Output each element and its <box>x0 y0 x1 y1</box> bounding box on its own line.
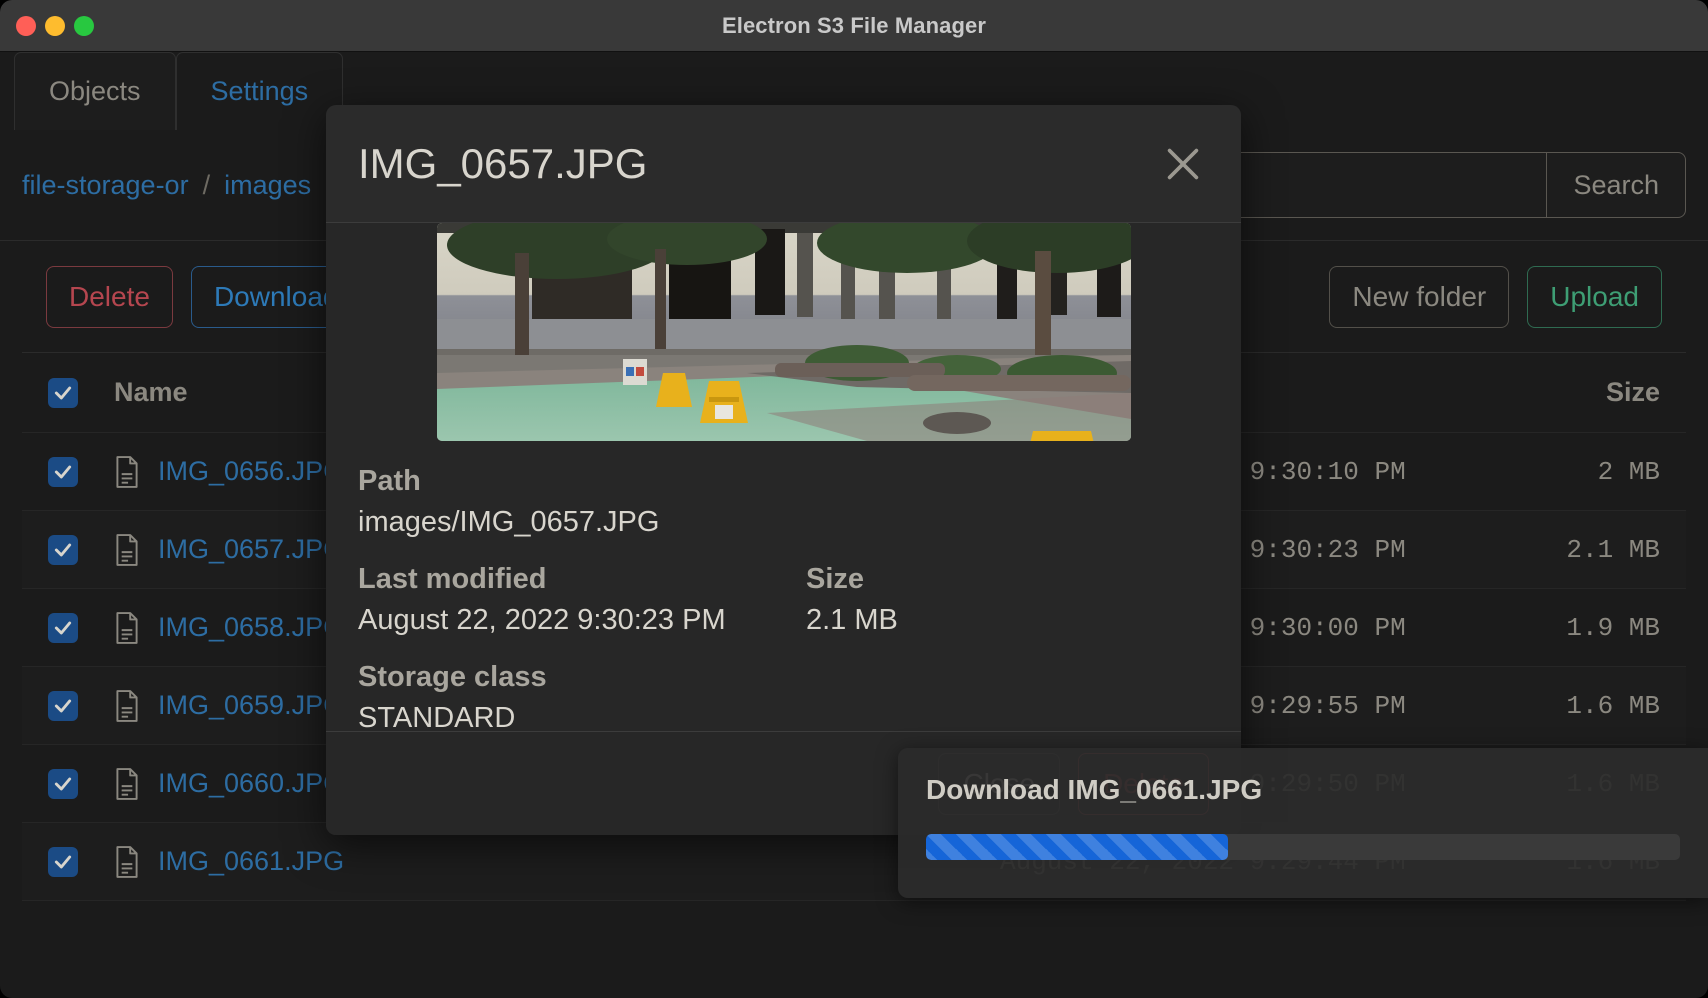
row-checkbox[interactable] <box>48 846 78 877</box>
modal-body: Path images/IMG_0657.JPG Last modified A… <box>326 223 1241 731</box>
new-folder-button-label: New folder <box>1352 281 1487 312</box>
row-size-cell: 2 MB <box>1597 456 1660 487</box>
tab-settings[interactable]: Settings <box>175 52 344 130</box>
download-button-label: Download <box>213 280 339 312</box>
breadcrumb-item-images[interactable]: images <box>224 170 311 201</box>
modal-header: IMG_0657.JPG <box>326 105 1241 223</box>
file-name-link[interactable]: IMG_0659.JPG <box>158 690 344 721</box>
file-icon <box>116 611 138 644</box>
last-modified-value: August 22, 2022 9:30:23 PM <box>358 604 726 636</box>
file-icon <box>116 689 138 722</box>
row-checkbox[interactable] <box>48 534 78 565</box>
new-folder-button[interactable]: New folder <box>1329 266 1510 328</box>
file-name-link[interactable]: IMG_0658.JPG <box>158 612 344 643</box>
file-name-link[interactable]: IMG_0656.JPG <box>158 456 344 487</box>
row-size-cell: 1.9 MB <box>1566 612 1660 643</box>
meta-column-modified: Last modified August 22, 2022 9:30:23 PM <box>358 539 806 637</box>
close-window-button[interactable] <box>16 15 36 36</box>
close-icon[interactable] <box>1157 138 1209 190</box>
search-button[interactable]: Search <box>1546 152 1686 218</box>
modal-meta-grid: Last modified August 22, 2022 9:30:23 PM… <box>358 539 1209 637</box>
row-checkbox[interactable] <box>48 690 78 721</box>
header-cell-size[interactable]: Size <box>1420 377 1660 408</box>
zoom-window-button[interactable] <box>74 15 94 36</box>
row-size-cell: 2.1 MB <box>1566 534 1660 565</box>
tab-objects-label: Objects <box>49 76 141 106</box>
image-preview <box>436 223 1131 441</box>
breadcrumb-separator: / <box>202 169 211 200</box>
toolbar-right-group: New folder Upload <box>1329 266 1662 328</box>
header-size-label: Size <box>1605 377 1660 407</box>
upload-button[interactable]: Upload <box>1527 266 1662 328</box>
storage-class-label: Storage class <box>358 661 547 693</box>
meta-column-size: Size 2.1 MB <box>806 539 1209 637</box>
storage-class-value: STANDARD <box>358 702 516 731</box>
row-checkbox[interactable] <box>48 456 78 487</box>
download-toast: Download IMG_0661.JPG <box>898 748 1708 898</box>
last-modified-label: Last modified <box>358 563 547 595</box>
traffic-light-controls <box>16 15 94 36</box>
object-details-modal: IMG_0657.JPG Path images/IMG_0657.JPG La… <box>326 105 1241 835</box>
size-value: 2.1 MB <box>806 604 898 636</box>
search-button-label: Search <box>1573 169 1659 200</box>
file-name-link[interactable]: IMG_0661.JPG <box>158 846 344 877</box>
row-checkbox[interactable] <box>48 612 78 643</box>
delete-button[interactable]: Delete <box>46 265 173 328</box>
row-checkbox[interactable] <box>48 768 78 799</box>
breadcrumb: file-storage-or / images <box>22 170 311 201</box>
app-window: Electron S3 File Manager Objects Setting… <box>0 0 1708 998</box>
minimize-window-button[interactable] <box>45 15 65 36</box>
size-label: Size <box>806 563 865 595</box>
tab-objects[interactable]: Objects <box>14 52 176 130</box>
upload-button-label: Upload <box>1550 281 1639 312</box>
path-value: images/IMG_0657.JPG <box>358 506 660 538</box>
file-icon <box>116 845 138 878</box>
window-title: Electron S3 File Manager <box>721 12 987 38</box>
preview-photo <box>436 223 1131 441</box>
window-titlebar: Electron S3 File Manager <box>0 0 1708 52</box>
header-name-label: Name <box>114 377 188 407</box>
download-toast-title: Download IMG_0661.JPG <box>926 774 1263 805</box>
file-icon <box>116 455 138 488</box>
modal-title: IMG_0657.JPG <box>358 139 648 187</box>
select-all-checkbox[interactable] <box>48 377 78 408</box>
file-name-link[interactable]: IMG_0660.JPG <box>158 768 344 799</box>
path-label: Path <box>358 465 421 497</box>
row-name-cell: IMG_0661.JPG <box>78 845 1000 878</box>
file-icon <box>116 767 138 800</box>
row-size-cell: 1.6 MB <box>1566 690 1660 721</box>
file-name-link[interactable]: IMG_0657.JPG <box>158 534 344 565</box>
download-progress-track <box>926 834 1680 860</box>
download-progress-bar <box>926 834 1228 860</box>
breadcrumb-item-bucket[interactable]: file-storage-or <box>22 170 189 201</box>
delete-button-label: Delete <box>69 280 150 312</box>
tab-settings-label: Settings <box>210 76 309 106</box>
file-icon <box>116 533 138 566</box>
